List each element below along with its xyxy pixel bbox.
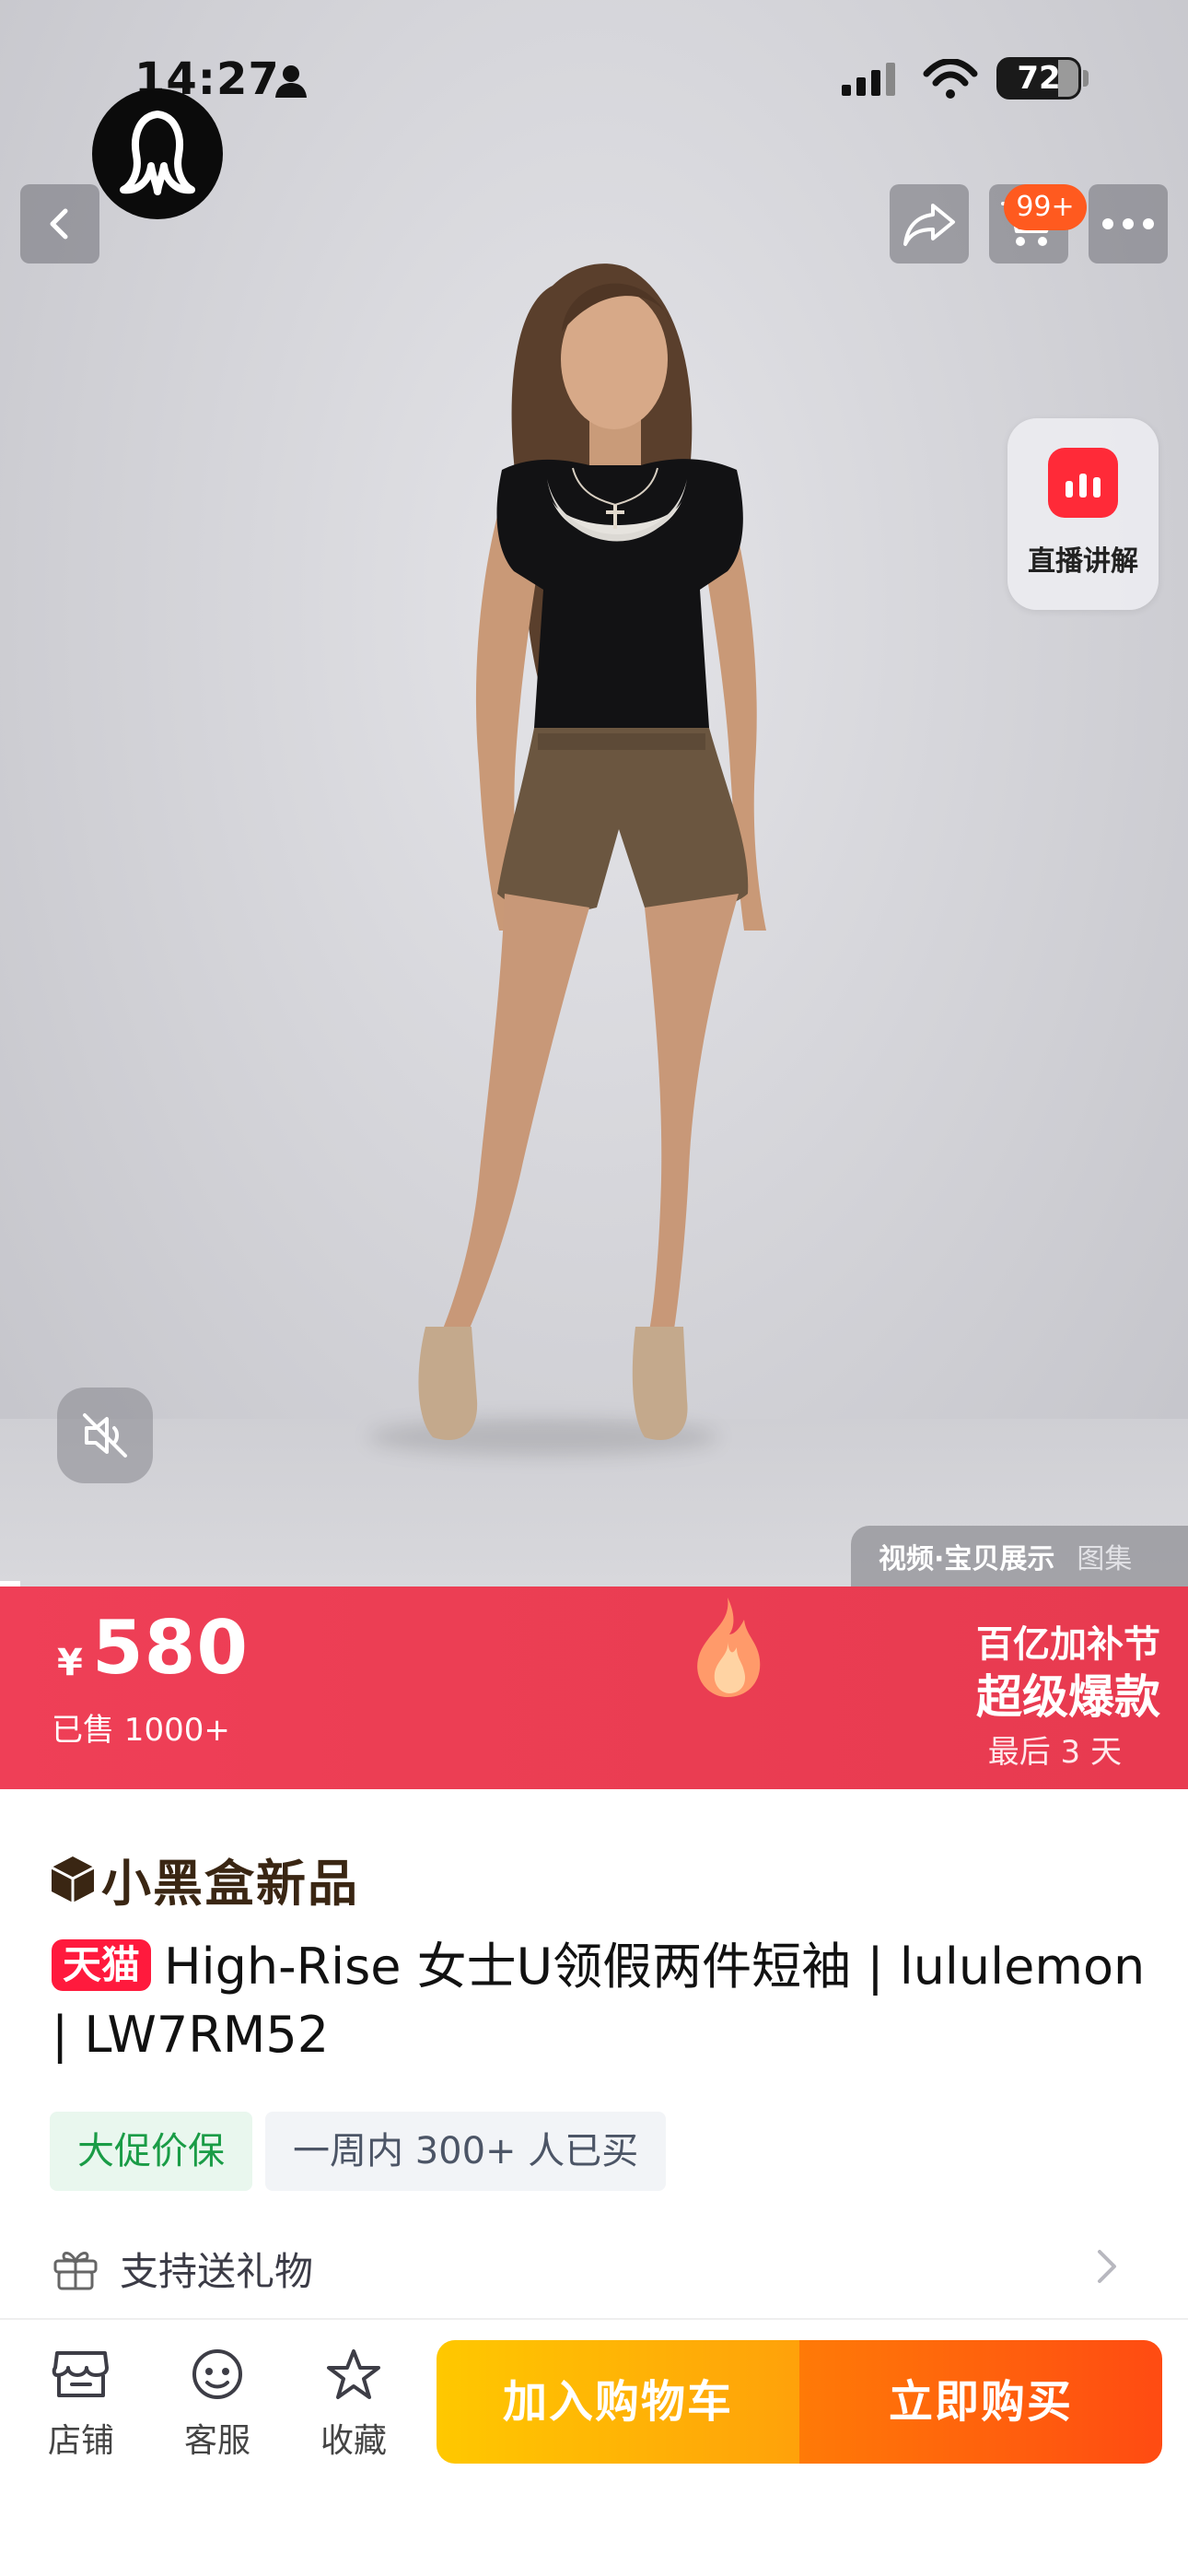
gift-support-label: 支持送礼物 (120, 2248, 314, 2294)
more-dots-icon (1102, 218, 1154, 229)
currency-symbol: ¥ (57, 1642, 83, 1684)
product-media-viewer[interactable]: 14:27 72 99+ 直播讲解 视频·宝贝展示 图集 (0, 0, 1188, 1587)
gift-icon (53, 2252, 98, 2290)
lululemon-logo[interactable] (92, 88, 223, 219)
add-to-cart-button[interactable]: 加入购物车 (437, 2340, 799, 2464)
live-explain-label: 直播讲解 (1028, 545, 1138, 578)
live-explain-button[interactable]: 直播讲解 (1007, 418, 1159, 610)
promo-days-left: 最后 3 天 (987, 1734, 1122, 1771)
new-product-label: 小黑盒新品 (101, 1855, 359, 1913)
price-banner: ¥ 580 已售 1000+ 百亿加补节 超级爆款 最后 3 天 (0, 1587, 1188, 1789)
wifi-icon (923, 59, 978, 99)
bottom-action-bar: 店铺 客服 收藏 加入购物车 立即购买 (0, 2318, 1188, 2576)
price-protect-tag[interactable]: 大促价保 (50, 2112, 252, 2191)
customer-service-button[interactable]: 客服 (162, 2348, 273, 2462)
customer-service-icon (192, 2349, 242, 2399)
person-icon (275, 65, 307, 98)
tab-video-display[interactable]: 视频·宝贝展示 (879, 1536, 1054, 1576)
store-label: 店铺 (47, 2422, 114, 2460)
product-tags: 大促价保 一周内 300+ 人已买 (50, 2112, 667, 2191)
more-button[interactable] (1089, 184, 1168, 263)
media-tabs: 视频·宝贝展示 图集 (851, 1526, 1188, 1587)
store-icon (52, 2351, 109, 2397)
battery-nub (1083, 70, 1089, 87)
mute-button[interactable] (57, 1388, 153, 1483)
promo-subtitle: 超级爆款 (976, 1670, 1160, 1724)
product-title: 天猫 High-Rise 女士U领假两件短袖 | lululemon | LW7R… (52, 1933, 1147, 2069)
cellular-signal-icon (842, 63, 895, 96)
box-icon (51, 1856, 95, 1903)
chevron-right-icon (1098, 2250, 1116, 2283)
battery-level: 72 (1017, 60, 1061, 97)
back-button[interactable] (20, 184, 99, 263)
favorite-label: 收藏 (320, 2422, 387, 2460)
share-icon (903, 204, 955, 246)
flame-icon (697, 1598, 761, 1697)
live-bars-icon (1048, 448, 1118, 518)
favorite-button[interactable]: 收藏 (298, 2348, 409, 2462)
speaker-muted-icon (83, 1413, 127, 1458)
share-button[interactable] (890, 184, 969, 263)
gift-support-row[interactable]: 支持送礼物 (52, 2231, 1147, 2305)
store-button[interactable]: 店铺 (26, 2348, 136, 2462)
customer-service-label: 客服 (183, 2422, 250, 2460)
tab-gallery[interactable]: 图集 (1077, 1536, 1132, 1576)
lululemon-logo-mark (120, 111, 195, 195)
buy-now-button[interactable]: 立即购买 (799, 2340, 1162, 2464)
battery-indicator: 72 (996, 57, 1081, 100)
chevron-left-icon (50, 208, 68, 240)
new-product-tag: 小黑盒新品 (50, 1843, 359, 1915)
weekly-buyers-tag: 一周内 300+ 人已买 (265, 2112, 667, 2191)
tmall-badge: 天猫 (52, 1939, 152, 1991)
star-icon (327, 2349, 380, 2399)
sold-count: 已售 1000+ (52, 1712, 230, 1749)
price-value: 580 (92, 1605, 249, 1691)
cart-count-badge: 99+ (1004, 184, 1087, 230)
product-title-text: High-Rise 女士U领假两件短袖 | lululemon | LW7RM5… (52, 1938, 1146, 2064)
